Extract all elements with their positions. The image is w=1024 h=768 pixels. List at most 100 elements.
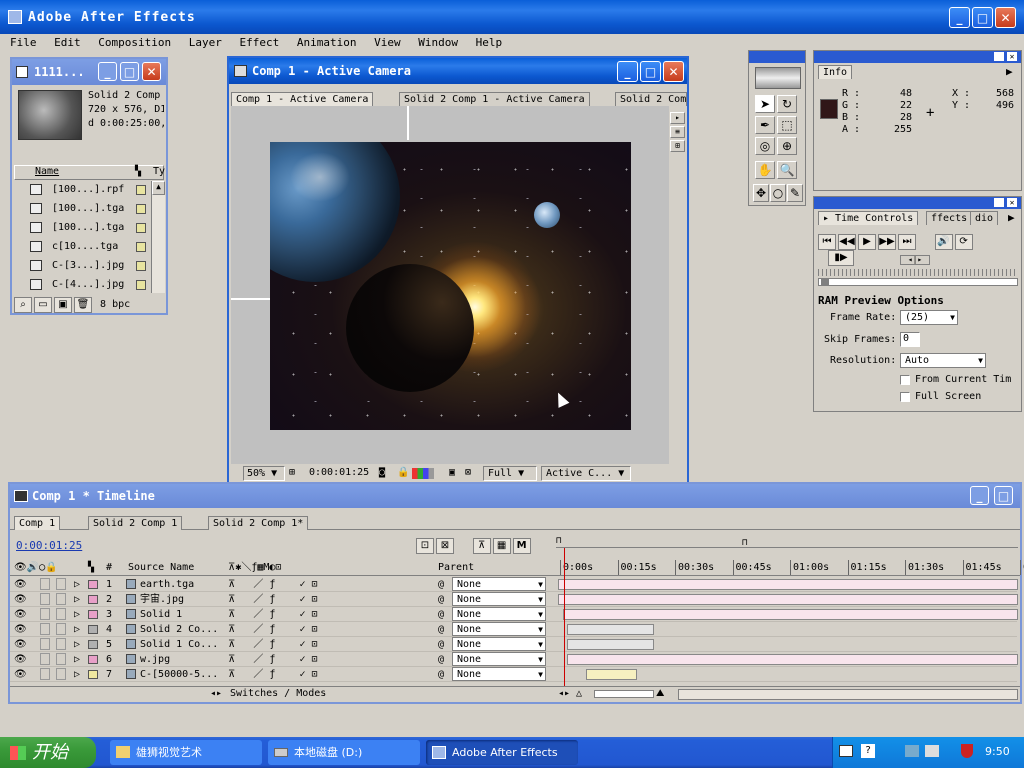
label-color-swatch[interactable] bbox=[88, 607, 98, 622]
label-swatch[interactable] bbox=[136, 185, 146, 195]
layer-duration-bar[interactable] bbox=[558, 594, 1018, 605]
timeline-timecode[interactable]: 0:00:01:25 bbox=[16, 539, 82, 552]
transparency-icon[interactable]: ⊠ bbox=[465, 466, 471, 480]
layer-duration-bar[interactable] bbox=[567, 639, 654, 650]
layer-name[interactable]: earth.tga bbox=[140, 577, 226, 592]
project-item[interactable]: [100...].tga bbox=[14, 219, 150, 237]
brush-tool-icon[interactable]: ✎ bbox=[787, 184, 803, 202]
project-item[interactable]: C-[4...].jpg bbox=[14, 276, 150, 294]
menu-file[interactable]: File bbox=[10, 36, 37, 49]
frame-blend-icon[interactable]: ▦ bbox=[492, 538, 511, 554]
taskbar-item-folder[interactable]: 雄狮视觉艺术 bbox=[110, 740, 262, 765]
rotate-tool-icon[interactable]: ↻ bbox=[777, 95, 797, 113]
solo-switch[interactable] bbox=[40, 608, 50, 620]
comp-flow-icon[interactable]: ⊞ bbox=[670, 140, 685, 152]
pen-tool-icon[interactable]: ✒ bbox=[755, 116, 775, 134]
layer-name[interactable]: C-[50000-5... bbox=[140, 667, 226, 682]
taskbar-item-after-effects[interactable]: Adobe After Effects bbox=[426, 740, 578, 765]
layer-duration-bar[interactable] bbox=[567, 654, 1018, 665]
jog-control[interactable]: ◂|▸ bbox=[900, 255, 930, 265]
safe-zones-icon[interactable]: ⊞ bbox=[289, 466, 295, 480]
eye-icon[interactable]: 👁 bbox=[14, 667, 27, 682]
menu-composition[interactable]: Composition bbox=[98, 36, 171, 49]
tab-timeline-comp-1[interactable]: Comp 1 bbox=[14, 516, 61, 530]
lock-switch[interactable] bbox=[56, 653, 66, 665]
project-item[interactable]: [100...].rpf bbox=[14, 181, 150, 199]
layer-name[interactable]: Solid 2 Co... bbox=[140, 622, 226, 637]
selection-tool-icon[interactable]: ➤ bbox=[755, 95, 775, 113]
solo-switch[interactable] bbox=[40, 623, 50, 635]
tab-audio[interactable]: dio bbox=[970, 211, 999, 225]
lock-icon[interactable]: 🔒 bbox=[397, 466, 409, 480]
hand-tool-icon[interactable]: ✋ bbox=[755, 161, 775, 179]
column-type[interactable]: Ty bbox=[153, 166, 165, 177]
pick-whip-icon[interactable]: @ bbox=[438, 592, 444, 607]
solo-switch[interactable] bbox=[40, 653, 50, 665]
taskbar-item-disk[interactable]: 本地磁盘 (D:) bbox=[268, 740, 420, 765]
parent-dropdown[interactable]: None bbox=[452, 592, 546, 606]
menu-help[interactable]: Help bbox=[476, 36, 503, 49]
label-color-swatch[interactable] bbox=[88, 637, 98, 652]
minimize-icon[interactable]: _ bbox=[617, 61, 638, 82]
anchor-tool-icon[interactable]: ✥ bbox=[753, 184, 769, 202]
palette-close-icon[interactable]: ✕ bbox=[1007, 52, 1017, 61]
clock[interactable]: 9:50 bbox=[985, 745, 1010, 758]
zoom-dropdown[interactable]: 50% ▼ bbox=[243, 466, 285, 481]
layer-name[interactable]: 宇宙.jpg bbox=[140, 592, 226, 607]
lock-switch[interactable] bbox=[56, 638, 66, 650]
layer-switches[interactable]: ⊼ ／ ƒ ✓ ⊡ bbox=[228, 652, 348, 667]
parent-header[interactable]: Parent bbox=[438, 560, 474, 575]
tab-timeline-solid-2-comp-1[interactable]: Solid 2 Comp 1 bbox=[88, 516, 183, 530]
number-column[interactable]: # bbox=[106, 560, 112, 575]
layer-name[interactable]: w.jpg bbox=[140, 652, 226, 667]
full-screen-checkbox[interactable] bbox=[900, 392, 910, 402]
comp-flowchart-icon[interactable]: ⊡ bbox=[416, 538, 434, 554]
zoom-tool-icon[interactable]: 🔍 bbox=[777, 161, 797, 179]
layer-switches[interactable]: ⊼ ／ ƒ ✓ ⊡ bbox=[228, 592, 348, 607]
work-area-bar[interactable]: ⊓ ⊓ bbox=[556, 536, 1018, 548]
palette-menu-icon[interactable]: ▶ bbox=[1006, 65, 1013, 78]
orbit-tool-icon[interactable]: ⊕ bbox=[777, 137, 797, 155]
lock-switch[interactable] bbox=[56, 593, 66, 605]
shuttle-slider[interactable] bbox=[818, 269, 1018, 276]
project-item[interactable]: c[10....tga bbox=[14, 238, 150, 256]
pick-whip-icon[interactable]: @ bbox=[438, 637, 444, 652]
layer-duration-bar[interactable] bbox=[563, 609, 1018, 620]
pick-whip-icon[interactable]: @ bbox=[438, 652, 444, 667]
security-icon[interactable] bbox=[961, 744, 973, 758]
menu-edit[interactable]: Edit bbox=[54, 36, 81, 49]
tab-time-controls[interactable]: ▸ Time Controls bbox=[818, 211, 919, 225]
time-ruler[interactable]: 0:00s 00:15s 00:30s 00:45s 01:00s 01:15s 01:30… bbox=[556, 560, 1024, 576]
layer-row[interactable]: 👁 ▷ 6 w.jpg ⊼ ／ ƒ ✓ ⊡ @ None bbox=[10, 652, 1018, 667]
palette-menu-icon[interactable]: ▶ bbox=[1008, 211, 1015, 224]
pick-whip-icon[interactable]: @ bbox=[438, 607, 444, 622]
project-item[interactable]: C-[3...].jpg bbox=[14, 257, 150, 275]
layer-name[interactable]: Solid 1 Co... bbox=[140, 637, 226, 652]
layer-switches[interactable]: ⊼ ／ ƒ ✓ ⊡ bbox=[228, 622, 348, 637]
help-icon[interactable]: ? bbox=[861, 744, 875, 758]
menu-effect[interactable]: Effect bbox=[239, 36, 279, 49]
first-frame-icon[interactable]: ⏮ bbox=[818, 234, 836, 250]
layer-duration-bar[interactable] bbox=[558, 579, 1018, 590]
maximize-icon[interactable]: □ bbox=[120, 62, 139, 81]
next-frame-icon[interactable]: ▶▶ bbox=[878, 234, 896, 250]
layer-row[interactable]: 👁 ▷ 3 Solid 1 ⊼ ／ ƒ ✓ ⊡ @ None bbox=[10, 607, 1018, 622]
label-color-swatch[interactable] bbox=[88, 592, 98, 607]
camera-tool-icon[interactable]: ◎ bbox=[755, 137, 775, 155]
project-scrollbar[interactable]: ▲ bbox=[151, 181, 165, 293]
twirl-icon[interactable]: ▷ bbox=[74, 667, 80, 682]
project-item[interactable]: [100...].tga bbox=[14, 200, 150, 218]
zoom-slider[interactable] bbox=[594, 690, 654, 698]
parent-dropdown[interactable]: None bbox=[452, 622, 546, 636]
palette-close-icon[interactable]: ✕ bbox=[1007, 198, 1017, 207]
palette-minimize-icon[interactable] bbox=[994, 52, 1004, 61]
close-icon[interactable]: ✕ bbox=[995, 7, 1016, 28]
label-swatch[interactable] bbox=[136, 242, 146, 252]
work-area-start-icon[interactable]: ⊓ bbox=[556, 536, 561, 546]
parent-dropdown[interactable]: None bbox=[452, 667, 546, 681]
tab-comp-1[interactable]: Comp 1 - Active Camera bbox=[231, 92, 374, 106]
keyboard-icon[interactable] bbox=[839, 745, 853, 757]
lock-switch[interactable] bbox=[56, 608, 66, 620]
parent-dropdown[interactable]: None bbox=[452, 577, 546, 591]
layer-duration-bar[interactable] bbox=[567, 624, 654, 635]
